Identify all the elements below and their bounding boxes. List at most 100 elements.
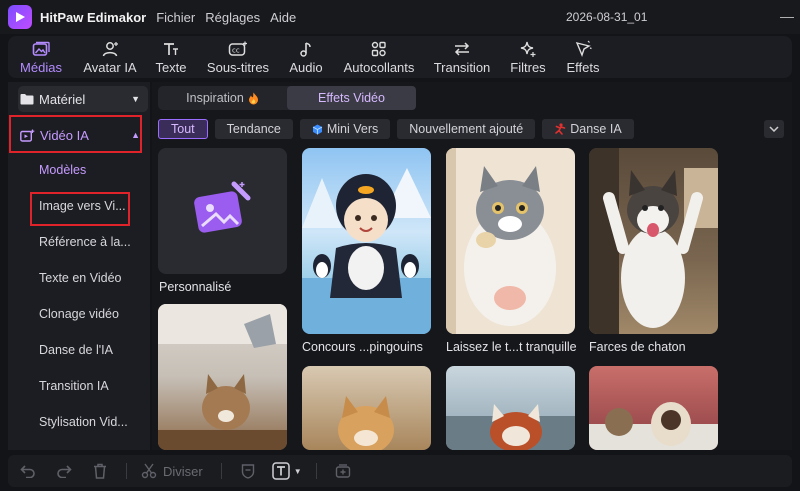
red-panda-thumbnail — [446, 404, 575, 450]
add-frame-icon[interactable] — [333, 463, 353, 479]
redo-icon[interactable] — [54, 464, 74, 478]
text-tool-button[interactable]: ▼ — [271, 462, 302, 480]
fire-icon — [248, 92, 259, 105]
minimize-icon[interactable]: — — [780, 8, 794, 24]
folder-icon — [20, 93, 34, 105]
tab-filtres[interactable]: Filtres — [498, 36, 558, 78]
card-laissez-label: Laissez le t...t tranquille — [446, 340, 577, 354]
sidebar-item-danse[interactable]: Danse de l'IA — [39, 343, 113, 357]
kitten-thumbnail — [158, 304, 287, 450]
mask-icon[interactable] — [238, 463, 258, 479]
undo-icon[interactable] — [18, 464, 38, 478]
card-shiba[interactable] — [302, 366, 431, 450]
card-personnalise[interactable] — [158, 148, 287, 274]
card-red-panda[interactable] — [446, 366, 575, 450]
tab-effets-label: Effets — [566, 59, 600, 75]
highlight-image-vers-video — [30, 192, 130, 226]
card-concours-pingouins[interactable] — [302, 148, 431, 334]
bottom-toolbar: Diviser ▼ — [8, 455, 792, 487]
seg-inspiration-label: Inspiration — [186, 91, 244, 105]
tab-filtres-label: Filtres — [510, 59, 546, 75]
tab-effets[interactable]: Effets — [558, 36, 608, 78]
scissors-icon — [141, 463, 157, 479]
tab-medias-label: Médias — [20, 59, 62, 75]
highlight-video-ia — [9, 115, 142, 153]
menu-reglages[interactable]: Réglages — [205, 10, 260, 25]
toolbar-divider — [315, 463, 317, 479]
cat-thumbnail — [446, 148, 556, 334]
card-personnalise-label: Personnalisé — [159, 280, 232, 294]
edimakor-logo-icon — [8, 5, 32, 29]
tab-texte-label: Texte — [155, 59, 187, 75]
sidebar-materiel[interactable]: Matériel ▼ — [18, 86, 148, 112]
trash-icon[interactable] — [90, 463, 110, 479]
media-icon — [32, 40, 50, 58]
chip-nouveau-label: Nouvellement ajouté — [409, 122, 524, 136]
shiba-thumbnail — [338, 396, 394, 450]
dancer-icon — [554, 123, 566, 135]
card-kitten-hairdryer[interactable] — [158, 304, 287, 450]
expand-chips-button[interactable] — [764, 120, 784, 138]
chip-tout[interactable]: Tout — [158, 119, 208, 139]
toolbar-divider — [126, 463, 127, 479]
husky-thumbnail — [589, 148, 718, 334]
tab-texte[interactable]: Texte — [146, 36, 196, 78]
chip-tendance-label: Tendance — [226, 122, 281, 136]
chip-mini-vers[interactable]: Mini Vers — [299, 119, 391, 139]
tab-medias[interactable]: Médias — [8, 36, 74, 78]
tool-tabs: Médias Avatar IA Texte cc Sous-titres Au… — [8, 36, 792, 78]
penguin-girl-thumbnail — [302, 168, 431, 334]
sparkle-icon — [519, 40, 537, 58]
chip-tendance[interactable]: Tendance — [214, 119, 293, 139]
tab-autocollants-label: Autocollants — [343, 59, 415, 75]
title-bar: HitPaw Edimakor Fichier Réglages Aide 20… — [0, 0, 800, 34]
card-siamese-cat[interactable] — [589, 366, 718, 450]
card-farces-chaton[interactable] — [589, 148, 718, 334]
segment-control: Inspiration Effets Vidéo — [158, 86, 416, 110]
sidebar-item-transition-ia[interactable]: Transition IA — [39, 379, 109, 393]
text-box-icon — [271, 462, 290, 480]
sidebar-item-stylisation[interactable]: Stylisation Vid... — [39, 415, 128, 429]
project-name: 2026-08-31_01 — [566, 10, 648, 24]
chip-mini-vers-label: Mini Vers — [326, 122, 379, 136]
tab-transition-label: Transition — [433, 59, 491, 75]
tab-sous-titres-label: Sous-titres — [206, 59, 270, 75]
menu-aide[interactable]: Aide — [270, 10, 296, 25]
tab-transition[interactable]: Transition — [426, 36, 498, 78]
split-label: Diviser — [163, 463, 203, 479]
effects-icon — [574, 40, 592, 58]
image-sparkle-icon — [192, 180, 252, 236]
seg-effets-video[interactable]: Effets Vidéo — [287, 86, 416, 110]
split-button[interactable]: Diviser — [141, 463, 203, 479]
chip-nouvellement-ajoute[interactable]: Nouvellement ajouté — [397, 119, 536, 139]
tab-avatar-label: Avatar IA — [83, 59, 137, 75]
siamese-thumbnail — [589, 402, 718, 450]
tab-audio-label: Audio — [289, 59, 323, 75]
sidebar-item-texte-en-video[interactable]: Texte en Vidéo — [39, 271, 121, 285]
card-concours-label: Concours ...pingouins — [302, 340, 423, 354]
tab-sous-titres[interactable]: cc Sous-titres — [196, 36, 280, 78]
transition-icon — [452, 40, 472, 58]
sidebar-item-modeles[interactable]: Modèles — [39, 163, 86, 177]
caret-down-icon: ▼ — [131, 94, 140, 104]
menu-fichier[interactable]: Fichier — [156, 10, 195, 25]
music-note-icon — [298, 40, 314, 58]
cube-icon — [312, 124, 323, 135]
svg-text:cc: cc — [232, 46, 240, 54]
sidebar-materiel-label: Matériel — [39, 91, 86, 107]
card-farces-label: Farces de chaton — [589, 340, 686, 354]
tab-audio[interactable]: Audio — [280, 36, 332, 78]
tab-avatar-ia[interactable]: Avatar IA — [74, 36, 146, 78]
sidebar-item-clonage-video[interactable]: Clonage vidéo — [39, 307, 119, 321]
chip-danse-ia-label: Danse IA — [570, 122, 622, 136]
card-laissez-tranquille[interactable] — [446, 148, 575, 334]
caret-down-small-icon: ▼ — [293, 466, 302, 476]
chip-danse-ia[interactable]: Danse IA — [542, 119, 634, 139]
tab-autocollants[interactable]: Autocollants — [332, 36, 426, 78]
seg-inspiration[interactable]: Inspiration — [158, 86, 287, 110]
toolbar-divider — [220, 463, 222, 479]
stickers-icon — [370, 40, 388, 58]
sidebar-item-reference[interactable]: Référence à la... — [39, 235, 131, 249]
app-name: HitPaw Edimakor — [40, 9, 147, 25]
subtitles-icon: cc — [228, 40, 248, 58]
